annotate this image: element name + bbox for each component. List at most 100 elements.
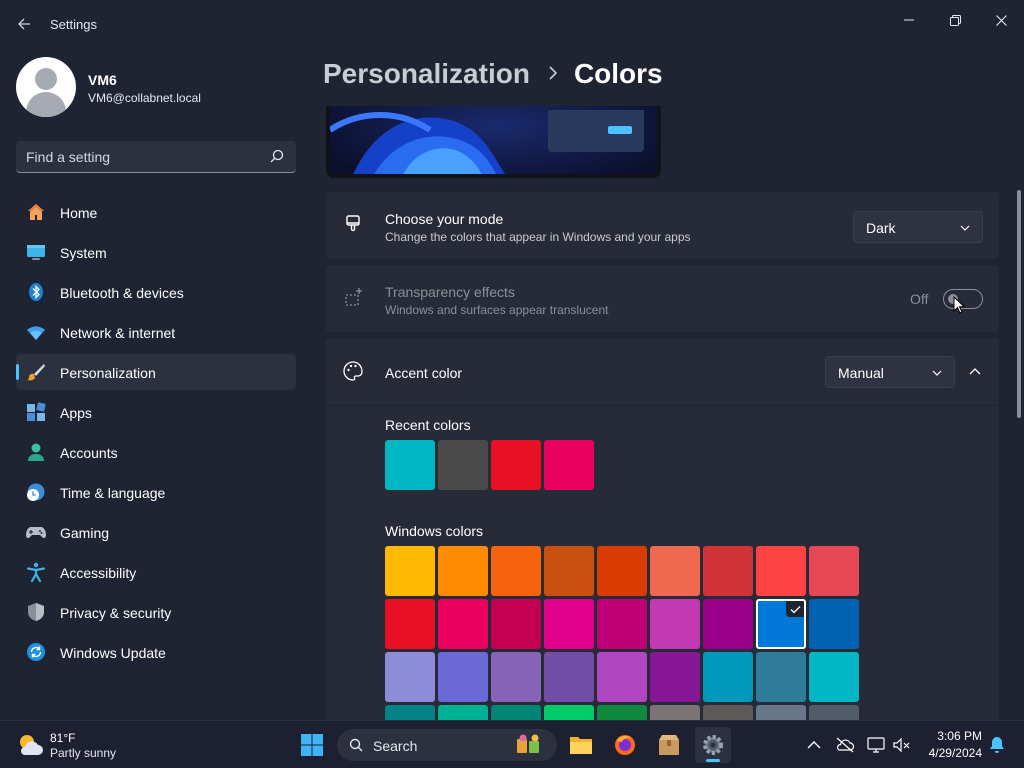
- sidebar-item-system[interactable]: System: [16, 234, 296, 270]
- sidebar-item-label: Bluetooth & devices: [60, 285, 184, 301]
- color-swatch[interactable]: [544, 440, 594, 490]
- sidebar-item-time-language[interactable]: Time & language: [16, 474, 296, 510]
- sidebar-item-accounts[interactable]: Accounts: [16, 434, 296, 470]
- color-swatch[interactable]: [385, 652, 435, 702]
- windows-colors-row: [385, 705, 862, 720]
- color-swatch[interactable]: [544, 705, 594, 720]
- color-swatch[interactable]: [597, 546, 647, 596]
- color-swatch[interactable]: [703, 705, 753, 720]
- color-swatch[interactable]: [703, 599, 753, 649]
- color-swatch[interactable]: [544, 652, 594, 702]
- color-swatch[interactable]: [544, 546, 594, 596]
- page-title: Colors: [573, 58, 663, 89]
- minimize-button[interactable]: [886, 4, 932, 36]
- sidebar-item-bluetooth[interactable]: Bluetooth & devices: [16, 274, 296, 310]
- sidebar-item-accessibility[interactable]: Accessibility: [16, 554, 296, 590]
- color-swatch[interactable]: [491, 440, 541, 490]
- breadcrumb-parent[interactable]: Personalization: [323, 58, 530, 90]
- color-swatch[interactable]: [597, 705, 647, 720]
- bluetooth-icon: [29, 283, 43, 301]
- restore-button[interactable]: [932, 4, 978, 36]
- weather-widget[interactable]: 81°F Partly sunny: [16, 729, 126, 761]
- scrollbar[interactable]: [1017, 190, 1021, 418]
- color-swatch[interactable]: [491, 546, 541, 596]
- color-swatch[interactable]: [385, 705, 435, 720]
- color-swatch[interactable]: [438, 705, 488, 720]
- sidebar-item-windows-update[interactable]: Windows Update: [16, 634, 296, 670]
- sidebar-item-gaming[interactable]: Gaming: [16, 514, 296, 550]
- color-swatch[interactable]: [703, 652, 753, 702]
- transparency-title: Transparency effects: [385, 284, 515, 300]
- color-swatch[interactable]: [385, 599, 435, 649]
- chevron-up-icon: [969, 368, 981, 375]
- color-swatch[interactable]: [491, 705, 541, 720]
- sidebar-item-label: Gaming: [60, 525, 110, 541]
- color-swatch[interactable]: [809, 652, 859, 702]
- taskbar-search-label: Search: [373, 738, 418, 754]
- back-button[interactable]: [10, 10, 38, 38]
- onedrive-offline-icon[interactable]: [835, 735, 855, 755]
- gear-icon: [703, 735, 723, 755]
- user-name: VM6: [88, 72, 117, 88]
- color-swatch[interactable]: [597, 652, 647, 702]
- color-swatch-selected[interactable]: [756, 599, 806, 649]
- color-swatch[interactable]: [385, 440, 435, 490]
- sidebar-item-label: Time & language: [60, 485, 166, 501]
- color-swatch[interactable]: [809, 546, 859, 596]
- firefox-button[interactable]: [607, 727, 643, 763]
- color-swatch[interactable]: [650, 599, 700, 649]
- color-swatch[interactable]: [438, 599, 488, 649]
- notification-bell-icon[interactable]: [987, 735, 1007, 755]
- color-swatch[interactable]: [544, 599, 594, 649]
- sidebar-item-label: System: [60, 245, 107, 261]
- color-swatch[interactable]: [597, 599, 647, 649]
- sidebar-item-apps[interactable]: Apps: [16, 394, 296, 430]
- clock-globe-icon: [27, 483, 45, 501]
- network-icon[interactable]: [866, 735, 886, 755]
- settings-taskbar-button[interactable]: [695, 727, 731, 763]
- color-swatch[interactable]: [756, 546, 806, 596]
- restore-icon: [949, 14, 961, 26]
- accent-color-card: Accent color Manual: [326, 338, 999, 405]
- file-explorer-button[interactable]: [563, 727, 599, 763]
- sidebar-item-label: Accessibility: [60, 565, 137, 581]
- color-swatch[interactable]: [756, 652, 806, 702]
- color-swatch[interactable]: [650, 546, 700, 596]
- sidebar-item-personalization[interactable]: Personalization: [16, 354, 296, 390]
- color-swatch[interactable]: [438, 546, 488, 596]
- color-swatch[interactable]: [385, 546, 435, 596]
- settings-search[interactable]: [16, 141, 296, 173]
- sidebar-item-network[interactable]: Network & internet: [16, 314, 296, 350]
- chevron-down-icon: [960, 225, 970, 231]
- start-button[interactable]: [294, 727, 330, 763]
- windows-colors-row: [385, 652, 862, 702]
- store-button[interactable]: [651, 727, 687, 763]
- search-icon: [270, 149, 284, 163]
- color-swatch[interactable]: [809, 599, 859, 649]
- color-swatch[interactable]: [756, 705, 806, 720]
- color-swatch[interactable]: [438, 440, 488, 490]
- transparency-icon: [345, 288, 362, 306]
- clock[interactable]: 3:06 PM 4/29/2024: [912, 729, 982, 760]
- mode-dropdown[interactable]: Dark: [853, 211, 983, 243]
- sidebar-item-label: Personalization: [60, 365, 156, 381]
- taskbar-search[interactable]: Search: [337, 729, 557, 761]
- chevron-up-icon[interactable]: [804, 735, 824, 755]
- sidebar-item-privacy[interactable]: Privacy & security: [16, 594, 296, 630]
- color-swatch[interactable]: [491, 599, 541, 649]
- search-highlight-icon: [517, 734, 539, 753]
- preview-window: [548, 110, 644, 152]
- color-swatch[interactable]: [809, 705, 859, 720]
- search-input[interactable]: [26, 147, 266, 167]
- color-swatch[interactable]: [491, 652, 541, 702]
- color-swatch[interactable]: [703, 546, 753, 596]
- color-swatch[interactable]: [650, 652, 700, 702]
- sidebar-item-home[interactable]: Home: [16, 194, 296, 230]
- color-swatch[interactable]: [650, 705, 700, 720]
- volume-muted-icon[interactable]: [892, 735, 912, 755]
- color-swatch[interactable]: [438, 652, 488, 702]
- collapse-button[interactable]: [959, 356, 991, 388]
- accent-dropdown[interactable]: Manual: [825, 356, 955, 388]
- back-arrow-icon: [18, 18, 30, 30]
- close-button[interactable]: [978, 4, 1024, 36]
